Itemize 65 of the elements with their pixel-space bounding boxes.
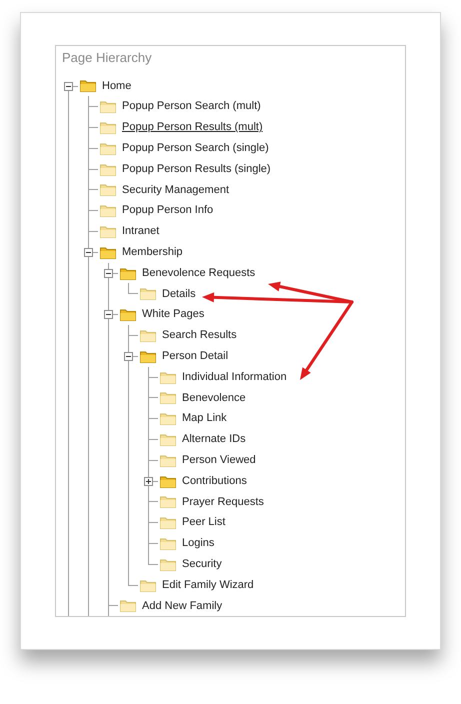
tree-item[interactable]: Person Viewed <box>182 452 256 468</box>
tree-item[interactable]: Add New Family <box>142 598 222 614</box>
folder-icon <box>140 578 156 592</box>
tree-item[interactable]: Prayer Requests <box>182 494 264 510</box>
folder-icon <box>160 474 176 488</box>
tree-item[interactable]: Security Management <box>122 182 229 198</box>
tree-item[interactable]: Details <box>162 286 196 302</box>
panel-title: Page Hierarchy <box>62 49 153 67</box>
tree-item[interactable]: Search Results <box>162 327 237 344</box>
folder-icon <box>100 120 116 134</box>
folder-icon <box>140 328 156 342</box>
folder-icon <box>160 432 176 446</box>
tree-item[interactable]: Home <box>102 78 132 94</box>
tree-item[interactable]: Security <box>182 556 222 572</box>
folder-icon <box>120 308 136 322</box>
folder-icon <box>100 246 116 259</box>
folder-icon <box>160 412 176 426</box>
tree-item[interactable]: Logins <box>182 535 214 552</box>
folder-icon <box>160 454 176 467</box>
folder-icon <box>100 100 116 114</box>
minus-icon <box>66 84 71 88</box>
folder-icon <box>160 536 176 550</box>
tree-item[interactable]: Benevolence <box>182 390 246 406</box>
folder-icon <box>160 391 176 404</box>
expander-toggle[interactable] <box>64 82 73 90</box>
tree-item[interactable]: White Pages <box>142 306 204 323</box>
tree-item[interactable]: Popup Person Results (single) <box>122 160 271 178</box>
folder-icon <box>100 204 116 218</box>
folder-icon <box>140 350 156 363</box>
tree-item[interactable]: Contributions <box>182 472 247 490</box>
tree-item[interactable]: Membership <box>122 244 183 261</box>
folder-icon <box>160 516 176 530</box>
expander-toggle[interactable] <box>104 310 113 320</box>
tree-item[interactable]: Popup Person Search (mult) <box>122 98 261 115</box>
tree-item[interactable]: Popup Person Results (mult) <box>122 119 263 136</box>
minus-icon <box>106 312 111 318</box>
folder-icon <box>160 495 176 508</box>
tree-item[interactable]: Popup Person Search (single) <box>122 140 269 157</box>
expander-toggle[interactable] <box>104 268 113 278</box>
folder-icon <box>100 142 116 155</box>
folder-icon <box>140 287 156 300</box>
folder-icon <box>100 162 116 176</box>
tree-item[interactable]: Alternate IDs <box>182 431 246 448</box>
tree-item[interactable]: Peer List <box>182 514 226 531</box>
tree-item[interactable]: Person Detail <box>162 348 228 364</box>
tree-item[interactable]: Benevolence Requests <box>142 264 256 282</box>
folder-icon <box>160 558 176 571</box>
tree-item[interactable]: Popup Person Info <box>122 202 214 219</box>
tree-item[interactable]: Edit Family Wizard <box>162 576 254 594</box>
folder-icon <box>80 79 96 92</box>
expander-toggle[interactable] <box>84 248 93 257</box>
minus-icon <box>106 270 111 276</box>
tree-item[interactable]: Map Link <box>182 410 227 427</box>
tree-item[interactable]: Individual Information <box>182 368 287 386</box>
folder-icon <box>120 266 136 280</box>
expander-toggle[interactable] <box>124 352 133 361</box>
folder-icon <box>120 599 136 612</box>
folder-icon <box>100 224 116 238</box>
tree-item[interactable]: Intranet <box>122 223 160 240</box>
minus-icon <box>126 354 131 359</box>
plus-icon <box>146 478 151 484</box>
expander-toggle[interactable] <box>144 476 153 486</box>
minus-icon <box>86 250 91 255</box>
folder-icon <box>160 370 176 384</box>
folder-icon <box>100 183 116 196</box>
